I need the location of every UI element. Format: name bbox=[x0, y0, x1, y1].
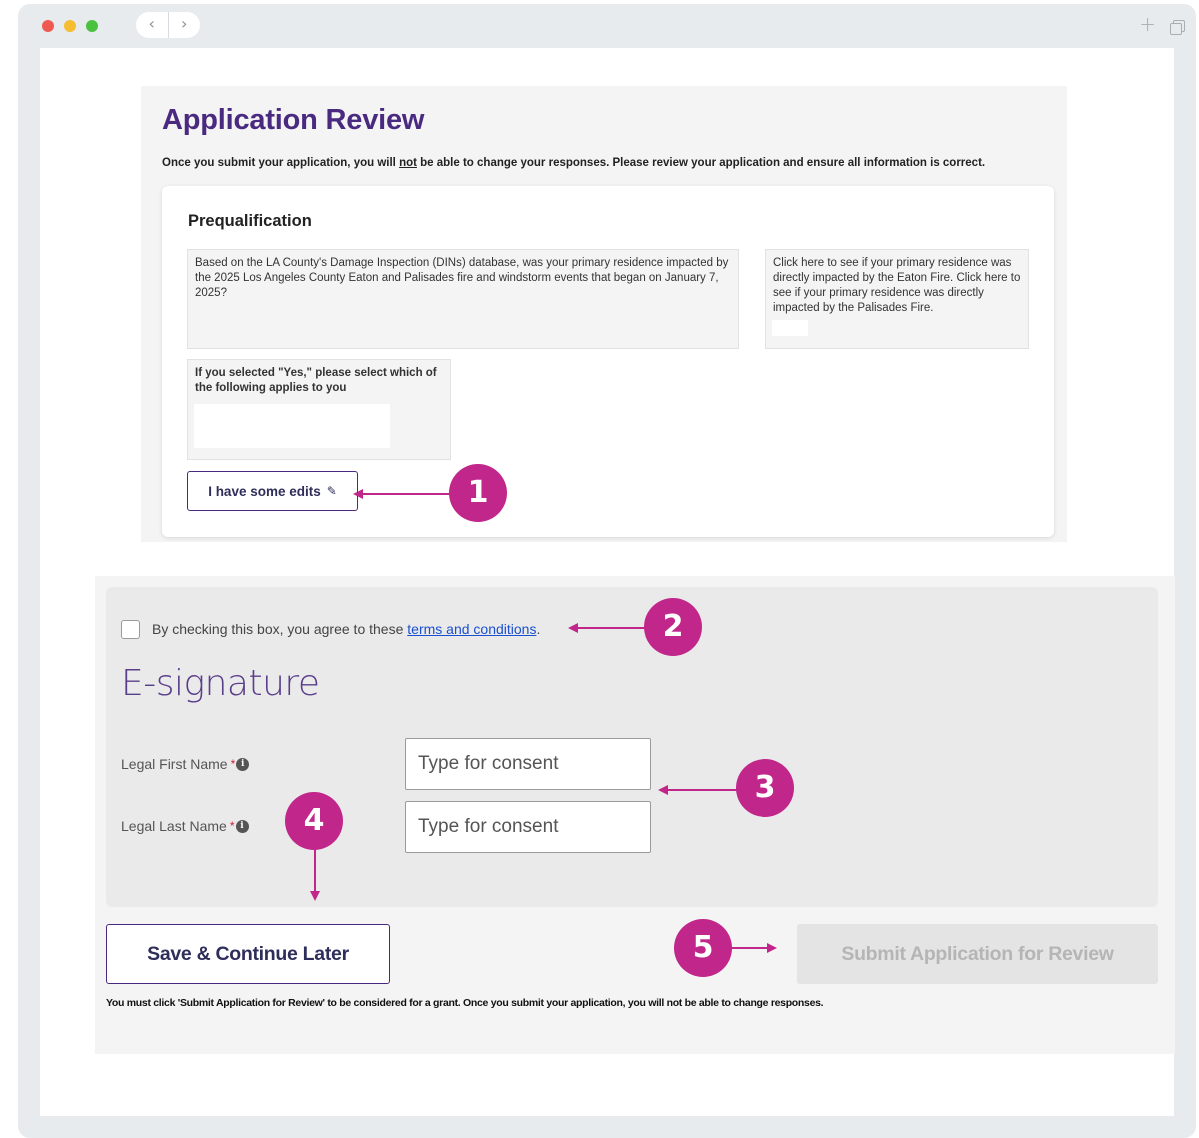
info-icon[interactable]: i bbox=[236, 757, 250, 771]
info-icon[interactable]: i bbox=[235, 819, 249, 833]
last-name-label: Legal Last Name * i bbox=[121, 818, 249, 834]
first-name-field[interactable] bbox=[405, 738, 651, 790]
callout-badge-1: 1 bbox=[449, 464, 507, 522]
save-continue-later-button[interactable]: Save & Continue Later bbox=[106, 924, 390, 984]
required-marker: * bbox=[229, 819, 235, 833]
tabs-overview-icon[interactable] bbox=[1170, 20, 1185, 35]
redacted-answer bbox=[772, 320, 808, 336]
callout-badge-2: 2 bbox=[644, 598, 702, 656]
question-text: Click here to see if your primary reside… bbox=[773, 257, 1021, 314]
submit-application-button[interactable]: Submit Application for Review bbox=[797, 924, 1158, 984]
terms-checkbox[interactable] bbox=[121, 620, 140, 639]
question-box: Based on the LA County's Damage Inspecti… bbox=[187, 249, 739, 349]
pencil-icon: ✎ bbox=[326, 484, 337, 498]
browser-window: ‹ › + Application Review Once you submit… bbox=[18, 4, 1196, 1138]
maximize-window-button[interactable] bbox=[86, 20, 98, 32]
navigation-buttons: ‹ › bbox=[136, 12, 200, 38]
callout-line-1 bbox=[362, 493, 451, 495]
callout-badge-3: 3 bbox=[736, 759, 794, 817]
new-tab-icon[interactable]: + bbox=[1139, 14, 1156, 34]
callout-line-5 bbox=[730, 947, 768, 949]
question-text: If you selected "Yes," please select whi… bbox=[195, 367, 437, 394]
esignature-title: E-signature bbox=[121, 663, 320, 704]
callout-line-2 bbox=[577, 627, 646, 629]
first-name-label: Legal First Name * i bbox=[121, 756, 250, 772]
question-box: Click here to see if your primary reside… bbox=[765, 249, 1029, 349]
terms-text: By checking this box, you agree to these… bbox=[152, 621, 540, 637]
callout-badge-4: 4 bbox=[285, 792, 343, 850]
callout-line-4 bbox=[314, 848, 316, 891]
review-note-emphasis: not bbox=[399, 157, 417, 169]
terms-link[interactable]: terms and conditions bbox=[407, 621, 536, 637]
callout-badge-5: 5 bbox=[674, 919, 732, 977]
back-icon[interactable]: ‹ bbox=[136, 12, 169, 38]
submit-note: You must click 'Submit Application for R… bbox=[106, 997, 824, 1009]
forward-icon[interactable]: › bbox=[169, 12, 201, 38]
prequalification-card: Prequalification Based on the LA County'… bbox=[162, 186, 1054, 537]
callout-line-3 bbox=[667, 789, 738, 791]
edit-button-label: I have some edits bbox=[208, 483, 321, 499]
question-text: Based on the LA County's Damage Inspecti… bbox=[195, 257, 729, 299]
last-name-field[interactable] bbox=[405, 801, 651, 853]
question-box: If you selected "Yes," please select whi… bbox=[187, 359, 451, 460]
page-title: Application Review bbox=[162, 104, 425, 136]
signature-box: By checking this box, you agree to these… bbox=[106, 587, 1158, 907]
review-note-end: be able to change your responses. Please… bbox=[416, 157, 986, 169]
redacted-answer bbox=[194, 404, 390, 448]
signature-section: By checking this box, you agree to these… bbox=[95, 576, 1175, 1054]
last-name-label-text: Legal Last Name bbox=[121, 818, 227, 834]
edit-responses-button[interactable]: I have some edits ✎ bbox=[187, 471, 358, 511]
callout-arrow-5 bbox=[767, 943, 777, 953]
terms-text-start: By checking this box, you agree to these bbox=[152, 621, 408, 637]
title-bar: ‹ › + bbox=[18, 4, 1196, 48]
required-marker: * bbox=[230, 757, 236, 771]
terms-text-end: . bbox=[536, 621, 541, 637]
close-window-button[interactable] bbox=[42, 20, 54, 32]
minimize-window-button[interactable] bbox=[64, 20, 76, 32]
application-review-panel: Application Review Once you submit your … bbox=[141, 86, 1067, 542]
first-name-label-text: Legal First Name bbox=[121, 756, 228, 772]
page-content: Application Review Once you submit your … bbox=[40, 48, 1175, 1116]
review-note-start: Once you submit your application, you wi… bbox=[162, 157, 400, 169]
section-title: Prequalification bbox=[188, 212, 312, 230]
callout-arrow-4 bbox=[310, 891, 320, 901]
review-note: Once you submit your application, you wi… bbox=[162, 157, 985, 169]
